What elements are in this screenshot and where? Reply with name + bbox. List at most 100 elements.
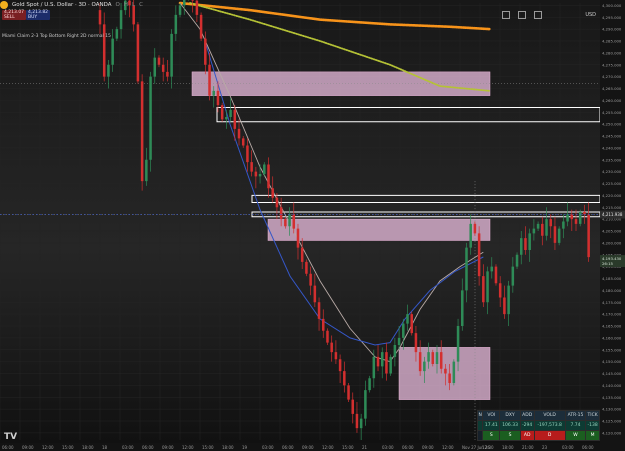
- x-tick-label: 03:00: [562, 445, 574, 450]
- candle-body: [427, 352, 430, 362]
- x-tick-label: 06:00: [582, 445, 594, 450]
- stats-signal: D: [533, 430, 566, 441]
- fullscreen-icon[interactable]: [502, 11, 510, 19]
- symbol-logo-icon: [0, 1, 8, 9]
- stats-signal: S: [482, 430, 501, 441]
- candle-body: [587, 214, 590, 258]
- y-tick-label: 4,220.000: [602, 193, 622, 198]
- y-tick-label: 4,215.000: [602, 205, 622, 210]
- candle-body: [166, 71, 169, 77]
- candle-body: [498, 283, 502, 298]
- candle-body: [385, 352, 388, 374]
- candle-body: [541, 223, 544, 236]
- candle-body: [161, 64, 165, 72]
- level-label: 26:15: [602, 261, 614, 266]
- candle-body: [279, 207, 283, 220]
- stats-signal: AD: [519, 430, 535, 441]
- sell-button[interactable]: 4,213.07 SELL: [2, 10, 27, 20]
- candle-body: [372, 356, 376, 379]
- candle-body: [313, 285, 317, 303]
- candle-body: [503, 297, 506, 315]
- candle-body: [258, 174, 262, 177]
- candle-body: [305, 261, 308, 274]
- candle-body: [402, 323, 405, 338]
- stats-signal: M: [585, 430, 600, 441]
- y-tick-label: 4,295.000: [602, 15, 622, 20]
- chart[interactable]: 4,300.000 4,295.000 4,290.000 4,285.000 4,28…: [0, 0, 625, 451]
- candle-body: [170, 33, 173, 77]
- candle-body: [246, 145, 249, 163]
- candle-body: [380, 352, 384, 367]
- stats-header: TICK: [585, 410, 600, 421]
- x-tick-label: 21: [362, 445, 368, 450]
- y-tick-label: 4,170.000: [602, 312, 622, 317]
- candle-body: [389, 356, 392, 374]
- candle-body: [199, 14, 203, 39]
- candle-body: [157, 57, 161, 65]
- x-tick-label: 06:00: [282, 445, 294, 450]
- candle-body: [410, 314, 413, 334]
- candle-body: [343, 371, 346, 386]
- candle-body: [212, 90, 215, 96]
- candle-body: [545, 219, 548, 236]
- candle-body: [553, 226, 557, 243]
- candle-body: [182, 0, 186, 6]
- candle-body: [524, 238, 527, 250]
- y-tick-label: 4,260.000: [602, 98, 622, 103]
- stats-value: 7.74: [564, 420, 587, 431]
- supply-zone: [267, 218, 491, 241]
- candle-body: [557, 228, 561, 243]
- stats-header: VOLD: [533, 410, 566, 421]
- candle-body: [583, 212, 586, 215]
- candle-body: [486, 271, 489, 303]
- candle-body: [435, 352, 439, 364]
- x-tick-label: 18: [102, 445, 108, 450]
- indicator-label[interactable]: Miami Claim 2-3 Top Bottom Right 2D norm…: [2, 34, 111, 39]
- candle-body: [107, 64, 110, 77]
- ohlc-close: C: [139, 2, 143, 8]
- candle-body: [338, 359, 342, 372]
- price-chart[interactable]: 4,300.000 4,295.000 4,290.000 4,285.000 4,28…: [0, 0, 625, 451]
- ohlc-low: L: [132, 2, 136, 8]
- candle-body: [241, 138, 245, 146]
- candle-body: [195, 0, 199, 15]
- expand-icon[interactable]: [534, 11, 542, 19]
- candle-body: [321, 318, 325, 331]
- x-tick-label: 09:00: [302, 445, 314, 450]
- candle-body: [465, 247, 468, 291]
- y-tick-label: 4,250.000: [602, 122, 622, 127]
- screenshot-icon[interactable]: [518, 11, 526, 19]
- ohlc-high: H: [123, 2, 129, 8]
- x-tick-label: 06:00: [2, 445, 14, 450]
- candle-body: [406, 314, 409, 324]
- candle-body: [216, 90, 220, 106]
- x-tick-label: 18:00: [502, 445, 514, 450]
- candle-body: [204, 38, 207, 65]
- candle-body: [376, 356, 380, 367]
- candle-body: [414, 333, 418, 353]
- candle-body: [145, 159, 148, 182]
- symbol-title[interactable]: Gold Spot / U.S. Dollar · 3D · OANDA: [12, 2, 112, 8]
- stats-header: ATR·15: [564, 410, 587, 421]
- y-tick-label: 4,225.000: [602, 181, 622, 186]
- x-tick-label: 06:00: [142, 445, 154, 450]
- candle-body: [119, 10, 123, 30]
- y-tick-label: 4,285.000: [602, 39, 622, 44]
- candle-body: [330, 342, 333, 353]
- y-tick-label: 4,125.000: [602, 419, 622, 424]
- candle-body: [482, 276, 485, 303]
- candle-body: [275, 197, 279, 208]
- currency-label: USD: [585, 12, 596, 18]
- candle-body: [574, 219, 578, 224]
- x-tick-label: 12:00: [182, 445, 194, 450]
- buy-button[interactable]: 4,213.82 BUY: [26, 10, 51, 20]
- candle-body: [439, 352, 443, 369]
- x-tick-label: 12:30: [482, 445, 494, 450]
- y-tick-label: 4,280.000: [602, 50, 622, 55]
- x-tick-label: 09:00: [162, 445, 174, 450]
- y-tick-label: 4,120.000: [602, 430, 622, 435]
- candle-body: [351, 399, 355, 414]
- candle-body: [263, 164, 266, 174]
- candle-body: [317, 302, 321, 319]
- candle-body: [431, 352, 435, 364]
